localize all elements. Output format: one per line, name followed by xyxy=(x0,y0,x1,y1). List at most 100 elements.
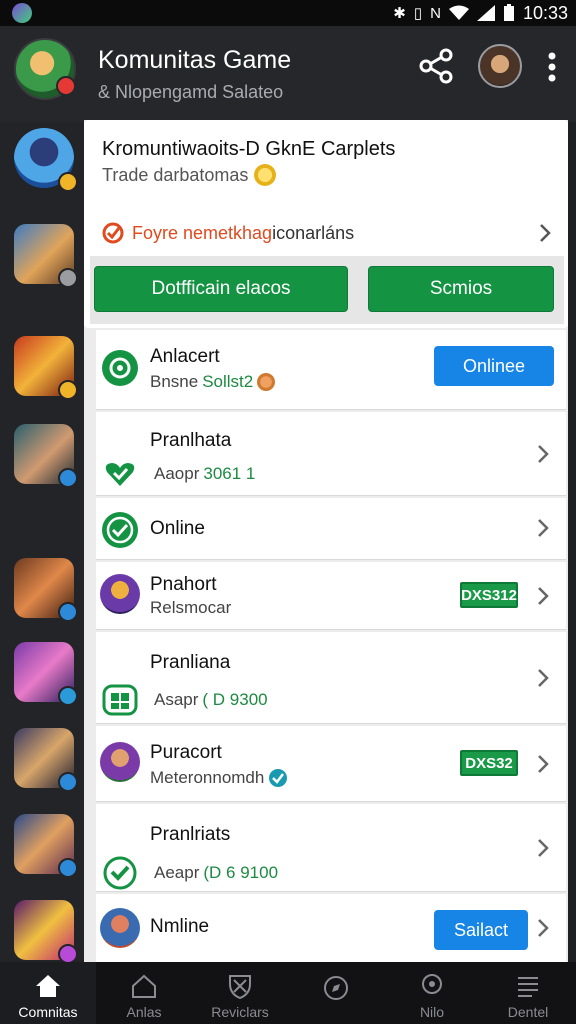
nav-compass[interactable] xyxy=(288,962,384,1024)
location-icon xyxy=(422,974,442,994)
community-avatar[interactable] xyxy=(14,38,76,100)
bottom-navigation: Comnitas Anlas Reviclars Nilo Dentel xyxy=(0,962,576,1024)
list-item-title: Puracort xyxy=(150,742,222,763)
compass-icon xyxy=(324,976,348,1000)
verified-icon xyxy=(269,769,288,787)
community-card: Kromuntiwaoits-D GknE Carplets Trade dar… xyxy=(84,120,568,328)
alert-row[interactable]: Foyre nemetkhag iconarláns xyxy=(84,212,568,254)
nfc-icon: N xyxy=(430,4,441,22)
nav-label: Anlas xyxy=(126,1004,162,1020)
house-outline-icon xyxy=(132,974,156,998)
more-options-icon[interactable] xyxy=(540,50,564,84)
nav-label: Reviclars xyxy=(211,1004,269,1020)
list-item-sub-label: Relsmocar xyxy=(150,598,232,617)
list-item[interactable]: Pranlriats Aeapr (D 6 9100 xyxy=(96,804,566,892)
card-title: Kromuntiwaoits-D GknE Carplets xyxy=(102,138,396,160)
coin-icon xyxy=(257,373,276,391)
list-item-sub: Bnsne Sollst2 xyxy=(150,372,276,392)
online-button[interactable]: Onlinee xyxy=(434,346,554,386)
chevron-right-icon xyxy=(538,669,549,687)
card-subtitle: Trade darbatomas xyxy=(102,164,277,186)
list-item-sub: Relsmocar xyxy=(150,598,231,618)
status-icons: ✱ ▯ N xyxy=(393,4,515,22)
game-thumbnail xyxy=(100,574,140,614)
nav-label: Comnitas xyxy=(18,1004,78,1020)
game-thumbnail xyxy=(100,742,140,782)
rail-game-1[interactable] xyxy=(14,128,78,192)
list-item[interactable]: Online xyxy=(96,498,566,560)
primary-action-button[interactable]: Dotfficain elacos xyxy=(94,266,348,312)
select-button[interactable]: Sailact xyxy=(434,910,528,950)
list-item-sub-value: (D 6 9100 xyxy=(203,863,279,882)
wifi-icon xyxy=(448,5,469,20)
chevron-right-icon xyxy=(540,224,551,242)
list-item-sub-label: Aeapr xyxy=(154,863,200,882)
page-title: Komunitas Game xyxy=(98,46,292,74)
alert-text-secondary: iconarláns xyxy=(272,222,355,243)
main-panel: Kromuntiwaoits-D GknE Carplets Trade dar… xyxy=(84,120,568,962)
app-notification-icon xyxy=(12,3,32,23)
rail-game-7[interactable] xyxy=(14,728,78,792)
app-header: Komunitas Game & Nlopengamd Salateo xyxy=(0,26,576,122)
rail-game-2[interactable] xyxy=(14,224,78,288)
list-item-title: Pranliana xyxy=(150,652,231,673)
list-item[interactable]: Nmline Sailact xyxy=(96,894,566,962)
list-item-sub-label: Bnsne xyxy=(150,372,199,391)
list-item-sub-label: Meteronnomdh xyxy=(150,768,265,787)
alert-icon xyxy=(102,222,124,244)
game-thumbnail xyxy=(100,908,140,948)
list-item[interactable]: Anlacert Bnsne Sollst2 Onlinee xyxy=(96,330,566,410)
secondary-action-button[interactable]: Scmios xyxy=(368,266,554,312)
rail-game-6[interactable] xyxy=(14,642,78,706)
list-item-title: Pranlhata xyxy=(150,430,232,451)
nav-anlas[interactable]: Anlas xyxy=(96,962,192,1024)
rail-game-4[interactable] xyxy=(14,424,78,488)
status-tag: DXS32 xyxy=(460,750,518,776)
page-subtitle: & Nlopengamd Salateo xyxy=(98,82,284,102)
chevron-right-icon xyxy=(538,587,549,605)
vibrate-icon: ▯ xyxy=(413,5,423,22)
list-item-sub-label: Aaopr xyxy=(154,464,200,483)
list-item-title: Online xyxy=(150,518,205,539)
list-item-sub: Aaopr 3061 1 xyxy=(105,460,256,488)
nav-nilo[interactable]: Nilo xyxy=(384,962,480,1024)
coin-icon xyxy=(254,164,277,186)
nav-reviclars[interactable]: Reviclars xyxy=(192,962,288,1024)
bluetooth-icon: ✱ xyxy=(393,5,406,22)
user-avatar[interactable] xyxy=(478,44,522,88)
notification-badge xyxy=(56,76,76,96)
list-item-sub: Asapr ( D 9300 xyxy=(102,684,268,716)
list-item-title: Pnahort xyxy=(150,574,217,595)
online-check-icon xyxy=(102,512,138,548)
shield-check-icon xyxy=(103,856,137,890)
list-item[interactable]: Puracort Meteronnomdh DXS32 xyxy=(96,726,566,802)
card-subtitle-text: Trade darbatomas xyxy=(102,164,249,185)
list-item-title: Nmline xyxy=(150,916,210,937)
share-icon[interactable] xyxy=(418,48,454,84)
menu-icon xyxy=(518,977,538,997)
shield-icon xyxy=(229,975,251,1000)
battery-icon xyxy=(503,4,514,21)
status-bar: ✱ ▯ N 10:33 xyxy=(0,0,576,26)
rail-game-3[interactable] xyxy=(14,336,78,400)
rail-game-9[interactable] xyxy=(14,900,78,964)
nav-community[interactable]: Comnitas xyxy=(0,962,96,1024)
chevron-right-icon xyxy=(538,919,549,937)
nav-label: Dentel xyxy=(507,1004,549,1020)
list-item-sub-value: 3061 1 xyxy=(203,464,256,483)
chevron-right-icon xyxy=(538,445,549,463)
list-item-sub-label: Asapr xyxy=(154,690,199,709)
list-item[interactable]: Pranlhata Aaopr 3061 1 xyxy=(96,412,566,496)
rail-game-8[interactable] xyxy=(14,814,78,878)
status-time: 10:33 xyxy=(522,2,568,23)
list-item-sub-value: ( D 9300 xyxy=(202,690,268,709)
rail-game-5[interactable] xyxy=(14,558,78,622)
list-item[interactable]: Pranliana Asapr ( D 9300 xyxy=(96,632,566,724)
nav-dentel[interactable]: Dentel xyxy=(480,962,576,1024)
heart-check-icon xyxy=(105,463,135,486)
home-icon xyxy=(36,975,60,997)
list-item-title: Pranlriats xyxy=(150,824,231,845)
chevron-right-icon xyxy=(538,755,549,773)
list-item[interactable]: Pnahort Relsmocar DXS312 xyxy=(96,562,566,630)
chevron-right-icon xyxy=(538,519,549,537)
